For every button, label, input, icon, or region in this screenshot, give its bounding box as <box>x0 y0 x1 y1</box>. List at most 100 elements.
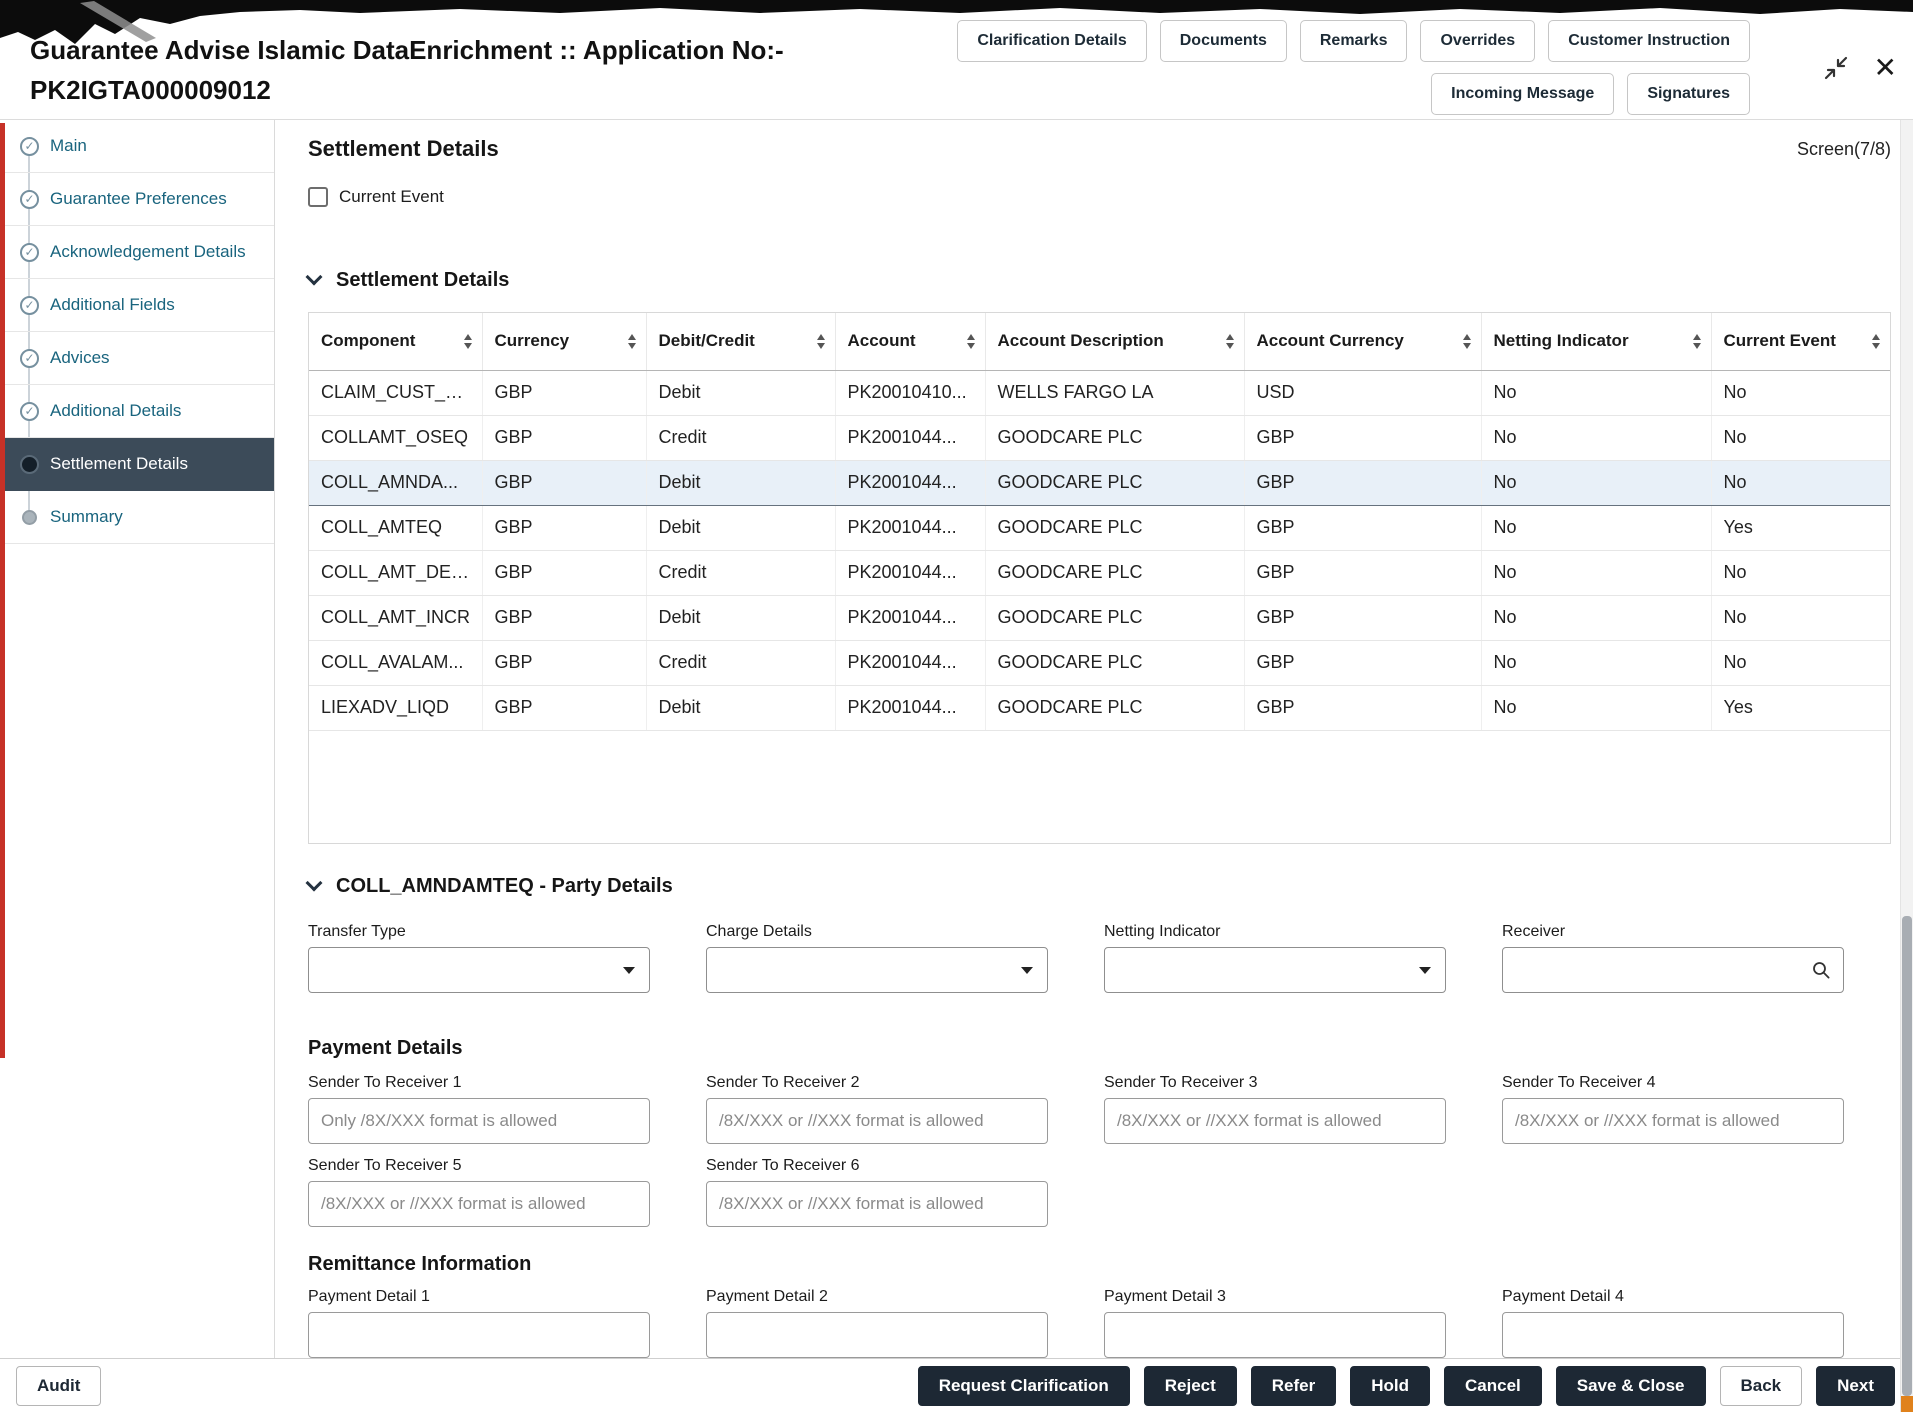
table-row[interactable]: COLL_AMNDA... GBP Debit PK2001044... GOODCAR… <box>309 459 1890 506</box>
back-button[interactable]: Back <box>1719 1365 1803 1406</box>
cell-current-event: No <box>1711 459 1890 506</box>
sort-icon[interactable] <box>1872 333 1880 349</box>
charge-details-select[interactable] <box>706 947 1048 993</box>
column-header-account-description[interactable]: Account Description <box>985 313 1245 371</box>
cell-account-currency: GBP <box>1244 550 1482 596</box>
close-icon[interactable]: ✕ <box>1874 54 1897 82</box>
title-line-1: Guarantee Advise Islamic DataEnrichment … <box>30 35 784 65</box>
header-button-remarks[interactable]: Remarks <box>1299 20 1408 62</box>
sort-icon[interactable] <box>1462 333 1471 349</box>
column-header-netting-indicator[interactable]: Netting Indicator <box>1481 313 1712 371</box>
table-row[interactable]: COLL_AVALAM... GBP Credit PK2001044... GOODC… <box>309 640 1890 686</box>
cell-currency: GBP <box>482 640 647 686</box>
table-row[interactable]: LIEXADV_LIQD GBP Debit PK2001044... GOODCARE… <box>309 685 1890 731</box>
footer-left-buttons: Audit <box>16 1365 102 1406</box>
table-row[interactable]: CLAIM_CUST_A... GBP Debit PK20010410... WELL… <box>309 370 1890 416</box>
column-header-component[interactable]: Component <box>309 313 483 371</box>
footer-right-buttons: Request Clarification Reject Refer Hold Canc… <box>917 1365 1895 1406</box>
sort-icon[interactable] <box>816 333 825 349</box>
window-controls: ✕ <box>1822 54 1897 82</box>
payment-detail-3-input[interactable] <box>1104 1312 1446 1358</box>
cell-account: PK2001044... <box>835 595 986 641</box>
payment-detail-1-label: Payment Detail 1 <box>308 1288 430 1305</box>
payment-detail-4-field: Payment Detail 4 <box>1502 1287 1844 1358</box>
next-button[interactable]: Next <box>1816 1365 1895 1406</box>
sidebar-item-summary[interactable]: Summary <box>0 491 274 544</box>
sidebar-item-acknowledgement-details[interactable]: ✓ Acknowledgement Details <box>0 226 274 279</box>
sender-to-receiver-6-input[interactable] <box>706 1181 1048 1227</box>
sender-to-receiver-3-input[interactable] <box>1104 1098 1446 1144</box>
receiver-input[interactable] <box>1515 959 1811 981</box>
reject-button[interactable]: Reject <box>1143 1365 1237 1406</box>
header-button-overrides[interactable]: Overrides <box>1420 20 1536 62</box>
sidebar-item-advices[interactable]: ✓ Advices <box>0 332 274 385</box>
cell-component: CLAIM_CUST_A... <box>309 370 483 416</box>
column-header-debit-credit[interactable]: Debit/Credit <box>646 313 836 371</box>
cell-debit-credit: Debit <box>646 370 836 416</box>
table-row[interactable]: COLL_AMTEQ GBP Debit PK2001044... GOODCARE P… <box>309 505 1890 551</box>
sidebar: ✓ Main ✓ Guarantee Preferences ✓ Acknowledgem… <box>0 120 275 1358</box>
cell-currency: GBP <box>482 550 647 596</box>
sort-icon[interactable] <box>966 333 975 349</box>
settlement-details-section-header[interactable]: Settlement Details <box>305 268 1891 292</box>
cell-currency: GBP <box>482 459 647 506</box>
sort-icon[interactable] <box>1692 333 1701 349</box>
sidebar-item-main[interactable]: ✓ Main <box>0 120 274 173</box>
table-row[interactable]: COLL_AMT_DECR GBP Credit PK2001044... GOODCA… <box>309 550 1890 596</box>
payment-detail-1-input[interactable] <box>308 1312 650 1358</box>
party-details-section-header[interactable]: COLL_AMNDAMTEQ - Party Details <box>305 874 1891 898</box>
table-row[interactable]: COLL_AMT_INCR GBP Debit PK2001044... GOODCAR… <box>309 595 1890 641</box>
column-label: Currency <box>494 331 570 351</box>
header-button-clarification-details[interactable]: Clarification Details <box>957 20 1147 62</box>
vertical-scrollbar[interactable] <box>1900 120 1913 1412</box>
header-button-incoming-message[interactable]: Incoming Message <box>1431 73 1615 115</box>
charge-details-field: Charge Details <box>706 922 1048 993</box>
request-clarification-button[interactable]: Request Clarification <box>917 1365 1130 1406</box>
payment-detail-4-input[interactable] <box>1502 1312 1844 1358</box>
scrollbar-thumb[interactable] <box>1902 916 1912 1396</box>
sort-icon[interactable] <box>627 333 636 349</box>
column-header-currency[interactable]: Currency <box>482 313 647 371</box>
column-header-account[interactable]: Account <box>835 313 986 371</box>
refer-button[interactable]: Refer <box>1250 1365 1337 1406</box>
transfer-type-select[interactable] <box>308 947 650 993</box>
cell-netting-indicator: No <box>1481 550 1712 596</box>
search-icon[interactable] <box>1811 960 1831 980</box>
sender-to-receiver-5-input[interactable] <box>308 1181 650 1227</box>
hold-button[interactable]: Hold <box>1350 1365 1431 1406</box>
column-label: Component <box>321 331 416 351</box>
cell-currency: GBP <box>482 595 647 641</box>
sidebar-item-label: Summary <box>50 507 123 526</box>
save-close-button[interactable]: Save & Close <box>1555 1365 1706 1406</box>
netting-indicator-field: Netting Indicator <box>1104 922 1446 993</box>
sidebar-item-additional-fields[interactable]: ✓ Additional Fields <box>0 279 274 332</box>
cell-account-description: GOODCARE PLC <box>985 640 1245 686</box>
sidebar-item-guarantee-preferences[interactable]: ✓ Guarantee Preferences <box>0 173 274 226</box>
sender-to-receiver-1-input[interactable] <box>308 1098 650 1144</box>
sidebar-item-settlement-details[interactable]: Settlement Details <box>0 438 274 491</box>
payment-detail-1-field: Payment Detail 1 <box>308 1287 650 1358</box>
payment-detail-4-label: Payment Detail 4 <box>1502 1288 1624 1305</box>
sender-to-receiver-4-input[interactable] <box>1502 1098 1844 1144</box>
header-button-documents[interactable]: Documents <box>1159 20 1287 62</box>
sender-to-receiver-6-label: Sender To Receiver 6 <box>706 1157 860 1174</box>
header-button-signatures[interactable]: Signatures <box>1627 73 1750 115</box>
current-event-checkbox[interactable] <box>308 187 328 207</box>
payment-detail-2-input[interactable] <box>706 1312 1048 1358</box>
column-header-account-currency[interactable]: Account Currency <box>1244 313 1482 371</box>
collapse-icon[interactable] <box>1822 54 1850 82</box>
cell-debit-credit: Debit <box>646 595 836 641</box>
audit-button[interactable]: Audit <box>16 1365 102 1406</box>
sort-icon[interactable] <box>463 333 472 349</box>
cell-component: COLL_AMTEQ <box>309 505 483 551</box>
table-row[interactable]: COLLAMT_OSEQ GBP Credit PK2001044... GOODCAR… <box>309 415 1890 461</box>
header-button-customer-instruction[interactable]: Customer Instruction <box>1548 20 1750 62</box>
column-label: Netting Indicator <box>1493 331 1629 351</box>
sender-to-receiver-2-input[interactable] <box>706 1098 1048 1144</box>
column-header-current-event[interactable]: Current Event <box>1711 313 1890 371</box>
cancel-button[interactable]: Cancel <box>1444 1365 1542 1406</box>
netting-indicator-select[interactable] <box>1104 947 1446 993</box>
sort-icon[interactable] <box>1225 333 1234 349</box>
cell-component: COLL_AMT_INCR <box>309 595 483 641</box>
sidebar-item-additional-details[interactable]: ✓ Additional Details <box>0 385 274 438</box>
